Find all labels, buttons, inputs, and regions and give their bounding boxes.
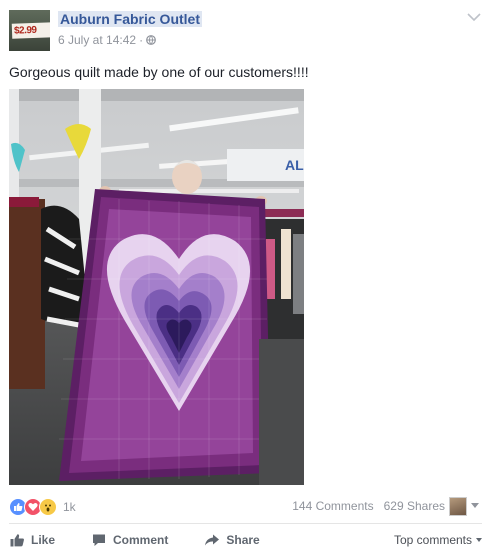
share-arrow-icon [205,534,220,546]
page-name-link[interactable]: Auburn Fabric Outlet [58,11,202,27]
reactions-summary[interactable]: 1k [9,498,76,516]
post-photo[interactable]: AL [9,89,304,485]
speech-bubble-icon [93,534,106,546]
comment-sort-label: Top comments [393,533,472,547]
share-button[interactable]: Share [204,532,260,548]
acting-as-avatar[interactable] [449,497,467,516]
reaction-count[interactable]: 1k [63,500,76,514]
page-avatar[interactable]: $2.99 [9,10,50,51]
post-meta: 6 July at 14:42 · [58,33,156,47]
comment-button[interactable]: Comment [91,532,168,548]
shares-count[interactable]: 629 Shares [384,498,445,514]
wow-reaction-icon [39,498,57,516]
caret-down-icon [476,538,482,542]
post-actions: Like Comment Share Top comments [9,530,482,550]
comment-label: Comment [113,533,169,547]
comments-count[interactable]: 144 Comments [292,498,373,514]
share-label: Share [226,533,260,547]
meta-separator: · [139,33,144,47]
divider [9,523,482,524]
engagement-counts: 144 Comments 629 Shares [292,498,445,514]
like-button[interactable]: Like [9,532,55,548]
post-timestamp[interactable]: 6 July at 14:42 [58,33,136,47]
acting-as-caret-icon[interactable] [471,503,479,508]
thumbs-up-icon [10,534,24,547]
globe-icon[interactable] [146,35,156,45]
store-sign-text: AL [285,157,304,173]
like-label: Like [31,533,56,547]
avatar-price-tag: $2.99 [11,22,50,39]
facebook-post: $2.99 Auburn Fabric Outlet 6 July at 14:… [0,0,491,554]
post-caption: Gorgeous quilt made by one of our custom… [9,64,309,80]
chevron-down-icon[interactable] [467,12,481,22]
comment-sort-dropdown[interactable]: Top comments [394,533,482,547]
